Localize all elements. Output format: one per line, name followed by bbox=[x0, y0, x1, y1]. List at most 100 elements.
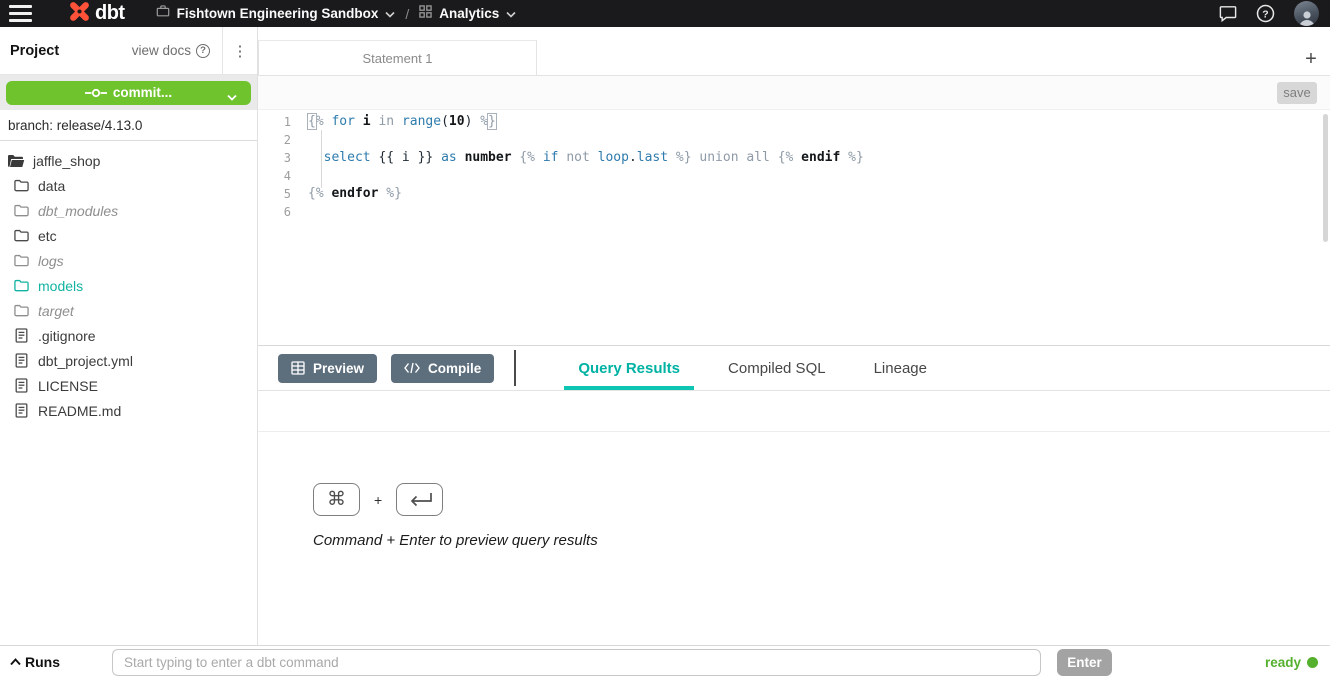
chevron-up-icon bbox=[10, 653, 21, 671]
console-hairline bbox=[258, 431, 1330, 432]
indent-guide bbox=[321, 130, 322, 188]
console-tabs: Query Results Compiled SQL Lineage bbox=[554, 346, 951, 390]
tree-item-label: data bbox=[38, 178, 65, 194]
tree-item--gitignore[interactable]: .gitignore bbox=[0, 323, 257, 348]
tree-item-logs[interactable]: logs bbox=[0, 248, 257, 273]
tree-item-models[interactable]: models bbox=[0, 273, 257, 298]
editor-toolbar: save bbox=[258, 76, 1330, 110]
folder-icon bbox=[12, 304, 30, 317]
line-number: 2 bbox=[258, 131, 308, 149]
sidebar-header: Project view docs ? ⋮ bbox=[0, 27, 257, 75]
tree-item-label: dbt_modules bbox=[38, 203, 118, 219]
chevron-down-icon bbox=[227, 89, 237, 104]
dbt-command-input[interactable] bbox=[112, 649, 1041, 676]
plus-separator: + bbox=[374, 492, 382, 508]
briefcase-icon bbox=[156, 4, 170, 23]
branch-label: branch: release/4.13.0 bbox=[0, 110, 257, 141]
help-circle-icon: ? bbox=[196, 44, 210, 58]
enter-button[interactable]: Enter bbox=[1057, 649, 1112, 676]
preview-empty-state: ⌘ + Command + Enter to preview query res… bbox=[313, 483, 598, 549]
console-tab-lineage[interactable]: Lineage bbox=[850, 346, 951, 390]
status-dot-icon bbox=[1307, 657, 1318, 668]
line-number: 3 bbox=[258, 149, 308, 167]
sidebar-menu-button[interactable]: ⋮ bbox=[222, 27, 257, 75]
file-explorer-sidebar: Project view docs ? ⋮ commit... bbox=[0, 27, 258, 645]
project-switcher[interactable]: Fishtown Engineering Sandbox bbox=[156, 4, 396, 23]
tree-item-label: etc bbox=[38, 228, 57, 244]
commit-button-label: commit... bbox=[113, 85, 172, 100]
tree-item-license[interactable]: LICENSE bbox=[0, 373, 257, 398]
project-crumb-label: Fishtown Engineering Sandbox bbox=[177, 6, 379, 21]
console-tab-query-results[interactable]: Query Results bbox=[554, 346, 704, 390]
new-tab-button[interactable]: + bbox=[1300, 48, 1322, 70]
code-text: {% for i in range(10) %} bbox=[308, 113, 496, 131]
file-icon bbox=[12, 378, 30, 393]
code-line-4[interactable]: 4 bbox=[258, 167, 1330, 185]
hamburger-menu-icon[interactable] bbox=[9, 5, 32, 22]
tree-item-readme-md[interactable]: README.md bbox=[0, 398, 257, 423]
line-number: 5 bbox=[258, 185, 308, 203]
console-tab-label: Lineage bbox=[874, 360, 927, 377]
file-icon bbox=[12, 403, 30, 418]
console-body: ⌘ + Command + Enter to preview query res… bbox=[258, 391, 1330, 645]
file-icon bbox=[12, 328, 30, 343]
folder-icon bbox=[12, 229, 30, 242]
folder-icon bbox=[12, 254, 30, 267]
tree-item-etc[interactable]: etc bbox=[0, 223, 257, 248]
view-docs-link[interactable]: view docs ? bbox=[132, 43, 222, 58]
tree-item-label: jaffle_shop bbox=[33, 153, 100, 169]
preview-button[interactable]: Preview bbox=[278, 354, 377, 383]
dbt-logo-text: dbt bbox=[95, 2, 125, 25]
code-editor[interactable]: 1{% for i in range(10) %}23 select {{ i … bbox=[258, 110, 1330, 345]
tree-item-jaffle-shop[interactable]: jaffle_shop bbox=[0, 148, 257, 173]
tree-item-label: .gitignore bbox=[38, 328, 96, 344]
table-grid-icon bbox=[291, 361, 305, 375]
code-icon bbox=[404, 362, 420, 374]
help-button[interactable]: ? bbox=[1256, 4, 1275, 23]
code-line-5[interactable]: 5{% endfor %} bbox=[258, 185, 1330, 203]
tree-item-label: models bbox=[38, 278, 83, 294]
feedback-chat-button[interactable] bbox=[1219, 5, 1237, 22]
dbt-logo[interactable]: dbt bbox=[67, 0, 125, 29]
file-tree: jaffle_shopdata dbt_modulesetc logs models t… bbox=[0, 141, 257, 423]
compile-button[interactable]: Compile bbox=[391, 354, 494, 383]
chevron-down-icon bbox=[385, 5, 395, 23]
status-text: ready bbox=[1265, 655, 1301, 670]
tree-item-target[interactable]: target bbox=[0, 298, 257, 323]
line-number: 6 bbox=[258, 203, 308, 221]
code-line-1[interactable]: 1{% for i in range(10) %} bbox=[258, 113, 1330, 131]
commit-button[interactable]: commit... bbox=[6, 81, 251, 105]
line-number: 1 bbox=[258, 113, 308, 131]
console-tab-label: Query Results bbox=[578, 360, 680, 377]
folder-icon bbox=[12, 179, 30, 192]
tree-item-label: README.md bbox=[38, 403, 121, 419]
editor-scrollbar[interactable] bbox=[1323, 114, 1328, 242]
active-tab-underline bbox=[564, 386, 694, 390]
tree-item-data[interactable]: data bbox=[0, 173, 257, 198]
tree-item-dbt-modules[interactable]: dbt_modules bbox=[0, 198, 257, 223]
folder-icon bbox=[12, 279, 30, 292]
command-bar: Runs Enter ready bbox=[0, 645, 1330, 678]
top-navbar: dbt Fishtown Engineering Sandbox / Analy… bbox=[0, 0, 1330, 27]
svg-text:?: ? bbox=[1262, 9, 1268, 20]
save-button[interactable]: save bbox=[1277, 82, 1317, 104]
code-line-2[interactable]: 2 bbox=[258, 131, 1330, 149]
console-header: Preview Compile Query ResultsCom bbox=[258, 346, 1330, 391]
dbt-ide-app: dbt Fishtown Engineering Sandbox / Analy… bbox=[0, 0, 1330, 678]
code-line-6[interactable]: 6 bbox=[258, 203, 1330, 221]
runs-toggle[interactable]: Runs bbox=[0, 653, 112, 671]
code-text: select {{ i }} as number {% if not loop.… bbox=[308, 149, 864, 167]
tree-item-label: LICENSE bbox=[38, 378, 98, 394]
environment-switcher[interactable]: Analytics bbox=[419, 5, 516, 23]
plus-icon: + bbox=[1305, 48, 1317, 71]
folder-open-icon bbox=[7, 154, 25, 168]
console-tab-compiled-sql[interactable]: Compiled SQL bbox=[704, 346, 850, 390]
tab-statement-1[interactable]: Statement 1 bbox=[258, 40, 537, 76]
tree-item-label: target bbox=[38, 303, 74, 319]
code-line-3[interactable]: 3 select {{ i }} as number {% if not loo… bbox=[258, 149, 1330, 167]
results-console: Preview Compile Query ResultsCom bbox=[258, 345, 1330, 645]
user-avatar[interactable] bbox=[1294, 1, 1319, 26]
env-crumb-label: Analytics bbox=[439, 6, 499, 21]
tree-item-dbt-project-yml[interactable]: dbt_project.yml bbox=[0, 348, 257, 373]
code-text: {% endfor %} bbox=[308, 185, 402, 203]
